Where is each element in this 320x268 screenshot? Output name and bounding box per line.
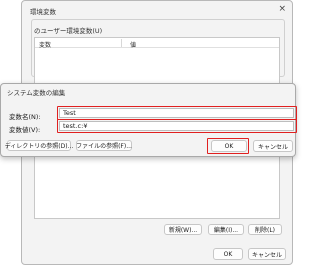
user-variables-label: のユーザー環境変数(U) xyxy=(34,27,103,35)
browse-directory-button[interactable]: ディレクトリの参照(D)... xyxy=(5,140,73,151)
system-variables-list[interactable] xyxy=(34,151,280,219)
column-header-variable[interactable]: 変数 xyxy=(39,40,51,49)
dialog-cancel-button[interactable]: キャンセル xyxy=(253,140,293,152)
variable-value-label: 変数値(V): xyxy=(9,126,41,134)
column-header-value[interactable]: 値 xyxy=(130,40,136,49)
variable-value-highlight xyxy=(57,119,297,133)
delete-button[interactable]: 削除(L) xyxy=(248,224,282,235)
ok-button[interactable]: OK xyxy=(213,248,243,260)
close-icon[interactable]: × xyxy=(278,4,286,14)
cancel-button[interactable]: キャンセル xyxy=(248,248,286,260)
edit-button[interactable]: 編集(I)... xyxy=(208,224,244,235)
list-header: 変数 値 xyxy=(35,38,279,49)
variable-name-highlight xyxy=(57,106,297,120)
ok-highlight xyxy=(207,138,249,154)
variable-name-label: 変数名(N): xyxy=(9,113,41,121)
browse-file-button[interactable]: ファイルの参照(F)... xyxy=(76,140,132,151)
edit-system-variable-dialog: システム変数の編集 変数名(N): Test 変数値(V): test.c:¥ … xyxy=(0,83,297,157)
dialog-title: システム変数の編集 xyxy=(7,89,66,97)
new-button[interactable]: 新規(W)... xyxy=(164,224,202,235)
column-separator[interactable] xyxy=(121,39,122,47)
window-title: 環境変数 xyxy=(30,8,56,16)
